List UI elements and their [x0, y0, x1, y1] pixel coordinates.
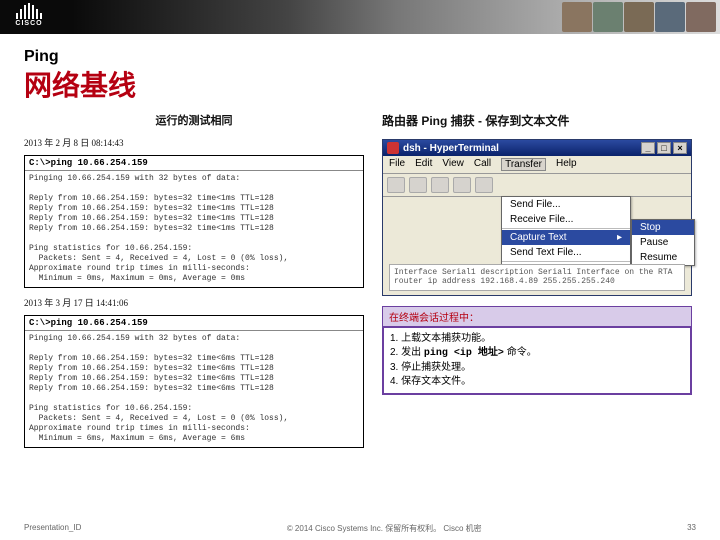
right-heading: 路由器 Ping 捕获 - 保存到文本文件: [382, 112, 692, 129]
menu-view[interactable]: View: [442, 158, 464, 171]
menu-help[interactable]: Help: [556, 158, 577, 171]
timestamp-1: 2013 年 2 月 8 日 08:14:43: [24, 136, 364, 149]
banner-photos: [562, 0, 720, 34]
footer-center: © 2014 Cisco Systems Inc. 保留所有权利。 Cisco …: [287, 523, 482, 534]
menu-item-send-file[interactable]: Send File...: [502, 197, 630, 212]
maximize-button[interactable]: □: [657, 142, 671, 154]
ping-output-box-2: C:\>ping 10.66.254.159 Pinging 10.66.254…: [24, 315, 364, 448]
step-3: 3. 停止捕获处理。: [390, 361, 684, 375]
tool-icon[interactable]: [409, 177, 427, 193]
capture-submenu: Stop Pause Resume: [631, 219, 695, 266]
toolbar: [383, 174, 691, 197]
chevron-right-icon: ▸: [617, 232, 622, 243]
menu-edit[interactable]: Edit: [415, 158, 432, 171]
page-number: 33: [687, 523, 696, 534]
cisco-logo: CISCO: [6, 2, 52, 28]
hyperterminal-window: dsh - HyperTerminal _ □ × File Edit View…: [382, 139, 692, 296]
logo-text: CISCO: [15, 20, 42, 27]
steps-box: 1. 上载文本捕获功能。 2. 发出 ping <ip 地址> 命令。 3. 停…: [382, 326, 692, 395]
menu-item-send-text-file[interactable]: Send Text File...: [502, 245, 630, 260]
cmd-body-1: Pinging 10.66.254.159 with 32 bytes of d…: [25, 171, 363, 287]
footer-left: Presentation_ID: [24, 523, 81, 534]
ping-output-box-1: C:\>ping 10.66.254.159 Pinging 10.66.254…: [24, 155, 364, 288]
menu-call[interactable]: Call: [474, 158, 491, 171]
logo-icon: [16, 3, 42, 19]
app-icon: [387, 142, 399, 154]
cmd-prompt-2: C:\>ping 10.66.254.159: [25, 316, 363, 331]
tool-icon[interactable]: [431, 177, 449, 193]
cmd-body-2: Pinging 10.66.254.159 with 32 bytes of d…: [25, 331, 363, 447]
menu-item-receive-file[interactable]: Receive File...: [502, 212, 630, 227]
steps-heading: 在终端会话过程中：: [382, 306, 692, 327]
tool-icon[interactable]: [453, 177, 471, 193]
minimize-button[interactable]: _: [641, 142, 655, 154]
submenu-resume[interactable]: Resume: [632, 250, 694, 265]
left-heading: 运行的测试相同: [24, 112, 364, 128]
tool-icon[interactable]: [475, 177, 493, 193]
menu-bar: File Edit View Call Transfer Help: [383, 156, 691, 174]
top-banner: CISCO: [0, 0, 720, 34]
tool-icon[interactable]: [387, 177, 405, 193]
menu-file[interactable]: File: [389, 158, 405, 171]
step-2: 2. 发出 ping <ip 地址> 命令。: [390, 346, 684, 361]
close-button[interactable]: ×: [673, 142, 687, 154]
title-big: 网络基线: [24, 64, 696, 104]
step-4: 4. 保存文本文件。: [390, 375, 684, 389]
window-title: dsh - HyperTerminal: [403, 143, 499, 154]
menu-item-capture-text[interactable]: Capture Text▸: [502, 230, 630, 245]
menu-transfer[interactable]: Transfer: [501, 158, 546, 171]
cmd-prompt-1: C:\>ping 10.66.254.159: [25, 156, 363, 171]
window-titlebar[interactable]: dsh - HyperTerminal _ □ ×: [383, 140, 691, 156]
window-body: Send File... Receive File... Capture Tex…: [383, 197, 691, 295]
terminal-output: Interface Serial1 description Serial1 In…: [389, 264, 685, 291]
step-1: 1. 上载文本捕获功能。: [390, 332, 684, 346]
footer: Presentation_ID © 2014 Cisco Systems Inc…: [0, 523, 720, 534]
submenu-pause[interactable]: Pause: [632, 235, 694, 250]
submenu-stop[interactable]: Stop: [632, 220, 694, 235]
timestamp-2: 2013 年 3 月 17 日 14:41:06: [24, 296, 364, 309]
